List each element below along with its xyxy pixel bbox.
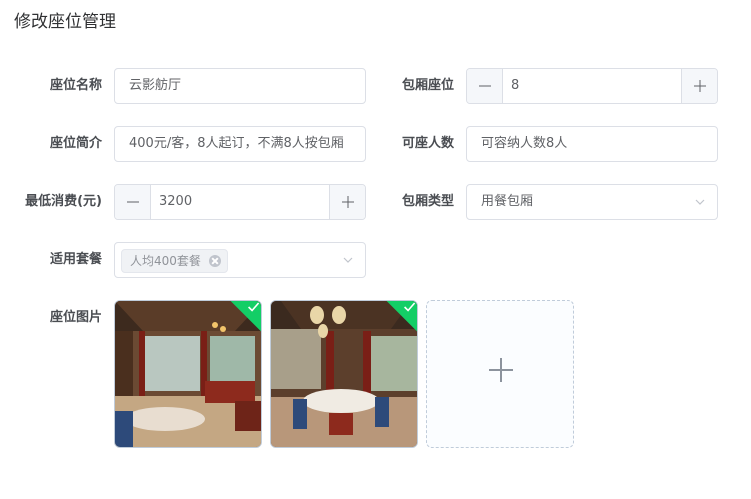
min-spend-stepper[interactable]: 3200 bbox=[114, 184, 366, 220]
close-icon[interactable] bbox=[208, 255, 221, 267]
chevron-down-icon bbox=[343, 257, 353, 263]
room-type-label: 包厢类型 bbox=[401, 194, 454, 209]
package-label: 适用套餐 bbox=[49, 252, 102, 267]
plus-icon bbox=[341, 196, 354, 208]
private-room-label: 包厢座位 bbox=[401, 78, 454, 93]
upload-button[interactable] bbox=[426, 300, 574, 448]
plus-icon-stroke bbox=[500, 358, 502, 382]
decrement-button[interactable] bbox=[115, 185, 151, 219]
chevron-down-icon bbox=[695, 199, 705, 205]
private-room-stepper[interactable]: 8 bbox=[466, 68, 718, 104]
restaurant-image bbox=[115, 301, 261, 447]
seat-intro-input[interactable]: 400元/客，8人起订，不满8人按包厢 bbox=[114, 126, 366, 162]
minus-icon bbox=[478, 85, 491, 87]
decrement-button[interactable] bbox=[467, 69, 503, 103]
private-room-value: 8 bbox=[511, 78, 520, 93]
room-type-value: 用餐包厢 bbox=[481, 194, 534, 209]
check-icon bbox=[404, 302, 416, 312]
seat-intro-label: 座位简介 bbox=[49, 136, 102, 151]
minus-icon bbox=[126, 201, 139, 203]
check-icon bbox=[248, 302, 260, 312]
package-tag: 人均400套餐 bbox=[121, 249, 228, 273]
capacity-label: 可座人数 bbox=[401, 136, 454, 151]
restaurant-image bbox=[271, 301, 417, 447]
images-label: 座位图片 bbox=[49, 310, 102, 325]
room-type-select[interactable]: 用餐包厢 bbox=[466, 184, 718, 220]
package-select[interactable]: 人均400套餐 bbox=[114, 242, 366, 278]
package-tag-label: 人均400套餐 bbox=[130, 254, 201, 268]
seat-photo-2[interactable] bbox=[270, 300, 418, 448]
seat-name-label: 座位名称 bbox=[49, 78, 102, 93]
increment-button[interactable] bbox=[681, 69, 717, 103]
page-title: 修改座位管理 bbox=[14, 12, 116, 32]
seat-name-input[interactable]: 云影舫厅 bbox=[114, 68, 366, 104]
plus-icon bbox=[693, 80, 706, 92]
seat-photo-1[interactable] bbox=[114, 300, 262, 448]
min-spend-value: 3200 bbox=[159, 194, 193, 209]
increment-button[interactable] bbox=[329, 185, 365, 219]
capacity-input[interactable]: 可容纳人数8人 bbox=[466, 126, 718, 162]
min-spend-label: 最低消费(元) bbox=[25, 194, 102, 209]
